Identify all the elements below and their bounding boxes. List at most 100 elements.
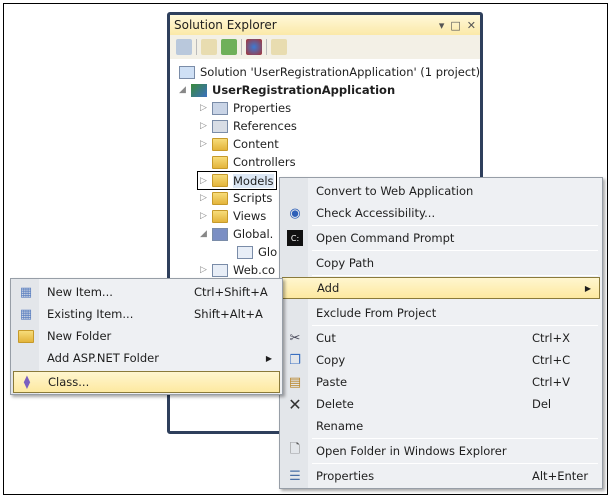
menu-item-label: Copy <box>316 353 346 367</box>
menu-separator <box>312 275 598 276</box>
menu-item-rename[interactable]: Rename <box>282 415 600 437</box>
copy-website-button[interactable] <box>271 39 287 55</box>
properties-icon <box>212 101 228 115</box>
expand-icon[interactable]: ▷ <box>200 139 212 149</box>
menu-item-label: Copy Path <box>316 256 375 270</box>
context-menu: Convert to Web Application ◉ Check Access… <box>279 177 603 489</box>
submenu-item-existing-item[interactable]: ▦ Existing Item... Shift+Alt+A <box>13 303 280 325</box>
menu-item-label: Check Accessibility... <box>316 206 436 220</box>
menu-item-add[interactable]: Add ▶ <box>282 277 600 299</box>
submenu-item-class[interactable]: ⧫ Class... <box>13 371 280 393</box>
menu-separator <box>312 250 598 251</box>
expand-icon[interactable]: ▷ <box>200 193 212 203</box>
class-icon: ⧫ <box>23 374 31 390</box>
menu-item-label: New Folder <box>47 329 112 343</box>
menu-item-label: Convert to Web Application <box>316 184 474 198</box>
menu-item-copy-path[interactable]: Copy Path <box>282 252 600 274</box>
folder-icon <box>212 155 228 169</box>
toolbar-separator <box>196 39 197 55</box>
menu-item-shortcut: Ctrl+C <box>532 353 571 367</box>
tree-item-label: Properties <box>233 101 292 115</box>
maximize-icon[interactable]: □ <box>450 19 460 32</box>
expand-icon[interactable]: ▷ <box>200 176 212 186</box>
properties-button[interactable] <box>176 39 192 55</box>
submenu-item-add-aspnet-folder[interactable]: Add ASP.NET Folder ▶ <box>13 347 280 369</box>
refresh-button[interactable] <box>221 39 237 55</box>
toolbar-separator <box>241 39 242 55</box>
menu-item-shortcut: Ctrl+Shift+A <box>194 285 268 299</box>
open-folder-document-icon: 🗋 <box>289 442 301 457</box>
menu-item-label: Add ASP.NET Folder <box>47 351 159 365</box>
expand-icon[interactable]: ▷ <box>200 211 212 221</box>
menu-item-check-accessibility[interactable]: ◉ Check Accessibility... <box>282 202 600 224</box>
tree-item-label: Glo <box>258 245 278 259</box>
expand-icon[interactable]: ▷ <box>200 103 212 113</box>
copy-icon: ❐ <box>289 352 301 368</box>
global-asax-icon <box>212 227 228 241</box>
paste-icon: ▤ <box>288 374 302 390</box>
tree-item-label: Models <box>233 173 274 188</box>
collapse-icon[interactable]: ◢ <box>179 85 191 95</box>
tree-item-content[interactable]: ▷ Content <box>200 135 279 153</box>
show-all-files-button[interactable] <box>201 39 217 55</box>
folder-icon <box>212 137 228 151</box>
tree-item-references[interactable]: ▷ References <box>200 117 297 135</box>
toolbar-separator <box>266 39 267 55</box>
menu-item-cut[interactable]: ✂ Cut Ctrl+X <box>282 327 600 349</box>
menu-item-label: Add <box>317 281 340 295</box>
tree-item-controllers[interactable]: Controllers <box>212 153 296 171</box>
menu-item-delete[interactable]: ✕ Delete Del <box>282 393 600 415</box>
menu-item-shortcut: Ctrl+V <box>532 375 570 389</box>
menu-separator <box>312 325 598 326</box>
solution-explorer-toolbar <box>170 35 480 59</box>
tree-item-solution[interactable]: Solution 'UserRegistrationApplication' (… <box>179 63 480 81</box>
expand-icon[interactable]: ▷ <box>200 265 212 275</box>
new-folder-icon <box>18 329 34 343</box>
tree-item-label: Views <box>233 209 267 223</box>
folder-icon <box>212 174 228 187</box>
properties-icon: ☰ <box>289 468 301 484</box>
folder-icon <box>212 191 228 205</box>
menu-item-convert-to-web-application[interactable]: Convert to Web Application <box>282 180 600 202</box>
tree-item-label: Scripts <box>233 191 273 205</box>
tree-item-label: Web.co <box>233 263 276 277</box>
menu-item-open-command-prompt[interactable]: C: Open Command Prompt <box>282 227 600 249</box>
command-prompt-icon: C: <box>287 230 303 246</box>
view-class-diagram-button[interactable] <box>246 39 262 55</box>
menu-item-label: Exclude From Project <box>316 306 437 320</box>
submenu-item-new-item[interactable]: ▦ New Item... Ctrl+Shift+A <box>13 281 280 303</box>
menu-item-paste[interactable]: ▤ Paste Ctrl+V <box>282 371 600 393</box>
references-icon <box>212 119 228 133</box>
collapse-icon[interactable]: ◢ <box>200 229 212 239</box>
submenu-arrow-icon: ▶ <box>265 353 272 363</box>
csharp-web-project-icon <box>191 83 207 97</box>
tree-item-web-config[interactable]: ▷ Web.co <box>200 261 275 279</box>
tree-item-global-asax-cs[interactable]: Glo <box>237 243 277 261</box>
menu-separator <box>312 225 598 226</box>
tree-item-models[interactable]: ▷ Models <box>197 171 277 190</box>
menu-item-label: Delete <box>316 397 354 411</box>
new-item-icon: ▦ <box>19 284 33 300</box>
menu-item-label: Class... <box>48 375 90 389</box>
menu-item-open-folder-in-windows-explorer[interactable]: 🗋 Open Folder in Windows Explorer <box>282 440 600 462</box>
tree-item-label: Content <box>233 137 279 151</box>
expand-icon[interactable]: ▷ <box>200 121 212 131</box>
solution-explorer-title-bar[interactable]: Solution Explorer ▾ □ ✕ <box>170 15 480 35</box>
menu-item-shortcut: Del <box>532 397 552 411</box>
tree-item-scripts[interactable]: ▷ Scripts <box>200 189 272 207</box>
close-icon[interactable]: ✕ <box>467 19 476 32</box>
tree-item-views[interactable]: ▷ Views <box>200 207 266 225</box>
tree-item-global-asax[interactable]: ◢ Global. <box>200 225 273 243</box>
submenu-item-new-folder[interactable]: New Folder <box>13 325 280 347</box>
dropdown-icon[interactable]: ▾ <box>439 19 445 32</box>
add-submenu: ▦ New Item... Ctrl+Shift+A ▦ Existing Item.… <box>10 278 283 395</box>
menu-item-shortcut: Ctrl+X <box>532 331 570 345</box>
menu-item-exclude-from-project[interactable]: Exclude From Project <box>282 302 600 324</box>
panel-title: Solution Explorer <box>174 18 277 32</box>
tree-item-label: UserRegistrationApplication <box>212 83 396 97</box>
menu-item-properties[interactable]: ☰ Properties Alt+Enter <box>282 465 600 487</box>
menu-item-shortcut: Shift+Alt+A <box>194 307 263 321</box>
menu-item-copy[interactable]: ❐ Copy Ctrl+C <box>282 349 600 371</box>
tree-item-project[interactable]: ◢ UserRegistrationApplication <box>179 81 395 99</box>
tree-item-properties[interactable]: ▷ Properties <box>200 99 291 117</box>
